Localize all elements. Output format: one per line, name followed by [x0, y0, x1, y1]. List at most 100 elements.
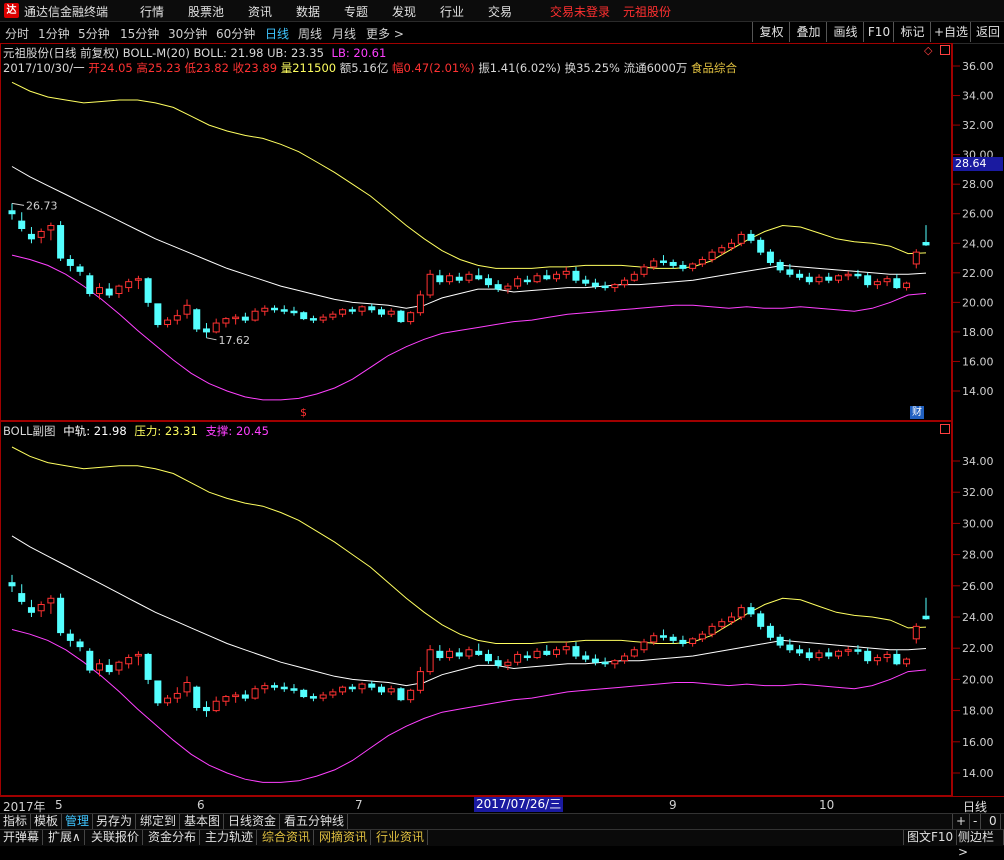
sub-tick-label: 20.00 — [962, 673, 994, 686]
tab-template[interactable]: 模板 — [31, 814, 63, 829]
sub-candle-body — [757, 613, 765, 627]
zoom-in-button[interactable]: + — [952, 814, 971, 829]
date-month-5: 5 — [55, 798, 63, 812]
main-candle-body — [183, 304, 191, 315]
tab-manage[interactable]: 管理 — [62, 814, 94, 829]
menu-item-data[interactable]: 数据 — [296, 3, 320, 20]
main-candle-body — [484, 278, 492, 286]
main-tick-label: 20.00 — [962, 296, 994, 309]
menu-item-discover[interactable]: 发现 — [392, 3, 416, 20]
sub-candle-body — [426, 649, 434, 673]
main-candle-body — [193, 309, 201, 330]
menu-item-news[interactable]: 资讯 — [248, 3, 272, 20]
main-candle-body — [504, 285, 512, 290]
tab-indicator[interactable]: 指标 — [0, 814, 32, 829]
period-1min[interactable]: 1分钟 — [38, 25, 70, 42]
f10-button[interactable]: F10 — [863, 22, 894, 42]
menu-item-market[interactable]: 行情 — [140, 3, 164, 20]
tab-save-as[interactable]: 另存为 — [93, 814, 137, 829]
main-tick-label: 34.00 — [962, 90, 994, 103]
tab-basic-chart[interactable]: 基本图 — [181, 814, 225, 829]
period-daily[interactable]: 日线 — [265, 25, 289, 42]
main-candle-body — [47, 225, 55, 231]
main-candle-body — [572, 270, 580, 281]
main-candle-body — [834, 275, 842, 281]
sub-tick-label: 16.00 — [962, 736, 994, 749]
menu-item-trade[interactable]: 交易 — [488, 3, 512, 20]
main-candle-body — [309, 318, 317, 321]
tab-bind-to[interactable]: 绑定到 — [137, 814, 181, 829]
zoom-reset-button[interactable]: 0 — [986, 814, 1001, 829]
restore-rights-button[interactable]: 复权 — [752, 22, 790, 42]
sub-candle-body — [815, 652, 823, 659]
sub-candle-body — [737, 607, 745, 618]
sidebar-toggle[interactable]: 侧边栏> — [955, 830, 1004, 859]
sub-candle-body — [504, 661, 512, 666]
f10-text-button[interactable]: 图文F10 — [903, 830, 958, 845]
tab-daily-funds[interactable]: 日线资金 — [225, 814, 281, 829]
period-60min[interactable]: 60分钟 — [216, 25, 255, 42]
main-candle-body — [202, 328, 210, 333]
sub-candle-body — [144, 653, 152, 680]
add-watchlist-button[interactable]: +自选 — [930, 22, 971, 42]
draw-line-button[interactable]: 画线 — [826, 22, 864, 42]
menu-item-topics[interactable]: 专题 — [344, 3, 368, 20]
sub-candle-body — [514, 653, 522, 663]
period-more[interactable]: 更多 > — [366, 25, 404, 42]
stock-name-link[interactable]: 元祖股份 — [623, 3, 671, 20]
menu-item-industry[interactable]: 行业 — [440, 3, 464, 20]
expand-button[interactable]: 扩展∧ — [45, 830, 85, 845]
main-candle-body — [27, 233, 35, 240]
fund-distribution-button[interactable]: 资金分布 — [145, 830, 201, 845]
sub-candle-body — [659, 635, 667, 638]
sub-candle-body — [903, 658, 911, 665]
back-button[interactable]: 返回 — [970, 22, 1004, 42]
date-month-6: 6 — [197, 798, 205, 812]
menu-item-stock-pool[interactable]: 股票池 — [188, 3, 224, 20]
period-monthly[interactable]: 月线 — [332, 25, 356, 42]
sub-candle-body — [484, 653, 492, 662]
main-candle-body — [348, 309, 356, 312]
tab-five-minute[interactable]: 看五分钟线 — [281, 814, 349, 829]
main-candle-body — [232, 316, 240, 320]
main-candle-body — [883, 278, 891, 283]
overlay-button[interactable]: 叠加 — [789, 22, 827, 42]
sub-candle-body — [494, 660, 502, 666]
sub-candle-body — [747, 607, 755, 615]
period-intraday[interactable]: 分时 — [5, 25, 29, 42]
sub-candle-body — [319, 694, 327, 699]
main-candle-body — [805, 276, 813, 283]
sub-candle-body — [368, 683, 376, 688]
danmaku-toggle[interactable]: 开弹幕 — [0, 830, 44, 845]
main-candle-body — [689, 263, 697, 269]
industry-news-button[interactable]: 行业资讯 — [373, 830, 429, 845]
general-news-button[interactable]: 综合资讯 — [259, 830, 315, 845]
sub-candle-body — [465, 649, 473, 657]
sub-candle-body — [387, 688, 395, 693]
main-candle-body — [164, 319, 172, 326]
period-5min[interactable]: 5分钟 — [78, 25, 110, 42]
main-tick-label: 18.00 — [962, 326, 994, 339]
sub-candle-body — [825, 652, 833, 657]
main-force-button[interactable]: 主力轨迹 — [202, 830, 258, 845]
sub-tick-label: 24.00 — [962, 611, 994, 624]
financial-report-marker[interactable]: 财 — [910, 406, 924, 419]
main-candle-body — [358, 306, 366, 312]
sub-boll-upper-line — [11, 446, 927, 644]
login-status-link[interactable]: 交易未登录 — [550, 3, 610, 20]
main-candle-body — [329, 313, 337, 318]
main-candle-body — [154, 303, 162, 326]
sub-candle-body — [728, 616, 736, 623]
zoom-out-button[interactable]: - — [970, 814, 982, 829]
related-quotes-button[interactable]: 关联报价 — [88, 830, 144, 845]
main-candle-body — [222, 318, 230, 324]
sub-candle-body — [193, 686, 201, 708]
period-30min[interactable]: 30分钟 — [168, 25, 207, 42]
event-marker[interactable]: $ — [300, 406, 307, 419]
period-15min[interactable]: 15分钟 — [120, 25, 159, 42]
digest-news-button[interactable]: 网摘资讯 — [316, 830, 372, 845]
mark-button[interactable]: 标记 — [893, 22, 931, 42]
period-weekly[interactable]: 周线 — [298, 25, 322, 42]
main-candle-body — [436, 275, 444, 283]
sub-candle-body — [37, 604, 45, 612]
